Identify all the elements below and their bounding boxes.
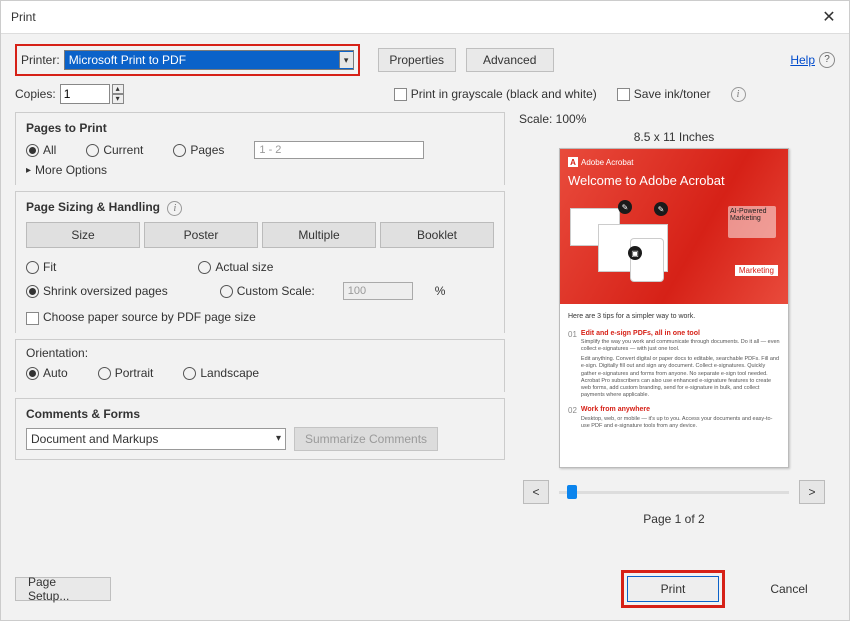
tip2-text: Desktop, web, or mobile — it's up to you… bbox=[581, 416, 780, 430]
copies-label: Copies: bbox=[15, 87, 56, 101]
shrink-radio[interactable]: Shrink oversized pages bbox=[26, 284, 168, 298]
printer-select[interactable]: Microsoft Print to PDF ▾ bbox=[64, 50, 354, 70]
summarize-comments-button: Summarize Comments bbox=[294, 427, 438, 451]
size-button[interactable]: Size bbox=[26, 222, 140, 248]
booklet-button[interactable]: Booklet bbox=[380, 222, 494, 248]
print-highlight: Print bbox=[621, 570, 725, 608]
orientation-auto-radio[interactable]: Auto bbox=[26, 366, 68, 380]
printer-label: Printer: bbox=[21, 53, 60, 67]
multiple-button[interactable]: Multiple bbox=[262, 222, 376, 248]
pages-current-radio[interactable]: Current bbox=[86, 143, 143, 157]
preview-brand: Adobe Acrobat bbox=[581, 158, 633, 167]
poster-button[interactable]: Poster bbox=[144, 222, 258, 248]
orientation-landscape-radio[interactable]: Landscape bbox=[183, 366, 259, 380]
help-link[interactable]: Help bbox=[790, 53, 815, 67]
cancel-button[interactable]: Cancel bbox=[743, 576, 835, 602]
orientation-portrait-radio[interactable]: Portrait bbox=[98, 366, 154, 380]
preview-marketing-tag: Marketing bbox=[735, 265, 778, 276]
more-options-toggle[interactable]: ▸ More Options bbox=[26, 163, 494, 177]
close-icon[interactable]: ✕ bbox=[819, 7, 839, 27]
tip1-title: Edit and e-sign PDFs, all in one tool bbox=[581, 329, 780, 340]
paper-size-label: 8.5 x 11 Inches bbox=[519, 130, 829, 144]
preview-tips-head: Here are 3 tips for a simpler way to wor… bbox=[568, 312, 780, 323]
pencil-icon: ✎ bbox=[618, 200, 632, 214]
saveink-checkbox[interactable]: Save ink/toner bbox=[617, 87, 711, 101]
info-icon[interactable]: i bbox=[167, 201, 182, 216]
grayscale-checkbox[interactable]: Print in grayscale (black and white) bbox=[394, 87, 597, 101]
tip1-sub: Edit anything. Convert digital or paper … bbox=[581, 356, 780, 399]
page-indicator: Page 1 of 2 bbox=[519, 512, 829, 526]
pages-range-radio[interactable]: Pages bbox=[173, 143, 224, 157]
actual-size-radio[interactable]: Actual size bbox=[198, 260, 273, 274]
window-title: Print bbox=[11, 10, 36, 24]
pages-all-radio[interactable]: All bbox=[26, 143, 56, 157]
custom-scale-input[interactable] bbox=[343, 282, 413, 300]
printer-highlight: Printer: Microsoft Print to PDF ▾ bbox=[15, 44, 360, 76]
camera-icon: ▣ bbox=[628, 246, 642, 260]
preview-ai-badge: AI-Powered Marketing bbox=[728, 206, 776, 238]
help-icon[interactable]: ? bbox=[819, 52, 835, 68]
preview-welcome: Welcome to Adobe Acrobat bbox=[568, 173, 780, 188]
info-icon[interactable]: i bbox=[731, 87, 746, 102]
pages-range-input[interactable] bbox=[254, 141, 424, 159]
pages-to-print-title: Pages to Print bbox=[26, 121, 494, 135]
preview-slider[interactable] bbox=[559, 491, 789, 494]
percent-label: % bbox=[435, 284, 446, 298]
scale-label: Scale: 100% bbox=[519, 112, 829, 126]
chevron-down-icon: ▾ bbox=[276, 433, 281, 444]
triangle-right-icon: ▸ bbox=[26, 165, 31, 176]
comments-title: Comments & Forms bbox=[26, 407, 494, 421]
choose-source-checkbox[interactable]: Choose paper source by PDF page size bbox=[26, 310, 256, 324]
tip1-text: Simplify the way you work and communicat… bbox=[581, 339, 780, 353]
comments-select[interactable]: Document and Markups ▾ bbox=[26, 428, 286, 450]
preview-thumbnail: A Adobe Acrobat Welcome to Adobe Acrobat… bbox=[559, 148, 789, 468]
fit-radio[interactable]: Fit bbox=[26, 260, 56, 274]
page-setup-button[interactable]: Page Setup... bbox=[15, 577, 111, 601]
orientation-title: Orientation: bbox=[26, 346, 494, 360]
copies-down[interactable]: ▾ bbox=[112, 94, 124, 104]
tip1-num: 01 bbox=[568, 329, 577, 400]
tip2-num: 02 bbox=[568, 405, 577, 430]
properties-button[interactable]: Properties bbox=[378, 48, 456, 72]
print-button[interactable]: Print bbox=[627, 576, 719, 602]
chevron-down-icon: ▾ bbox=[339, 52, 353, 68]
preview-next-button[interactable]: > bbox=[799, 480, 825, 504]
copies-up[interactable]: ▴ bbox=[112, 84, 124, 94]
slider-thumb[interactable] bbox=[567, 485, 577, 499]
sizing-title: Page Sizing & Handling i bbox=[26, 200, 494, 216]
custom-scale-radio[interactable]: Custom Scale: bbox=[220, 284, 315, 298]
printer-selected-value: Microsoft Print to PDF bbox=[69, 53, 186, 67]
preview-prev-button[interactable]: < bbox=[523, 480, 549, 504]
comments-selected-value: Document and Markups bbox=[31, 432, 158, 446]
tip2-title: Work from anywhere bbox=[581, 405, 780, 416]
advanced-button[interactable]: Advanced bbox=[466, 48, 554, 72]
copies-input[interactable] bbox=[60, 84, 110, 104]
adobe-logo-icon: A bbox=[568, 157, 578, 167]
pencil-icon: ✎ bbox=[654, 202, 668, 216]
